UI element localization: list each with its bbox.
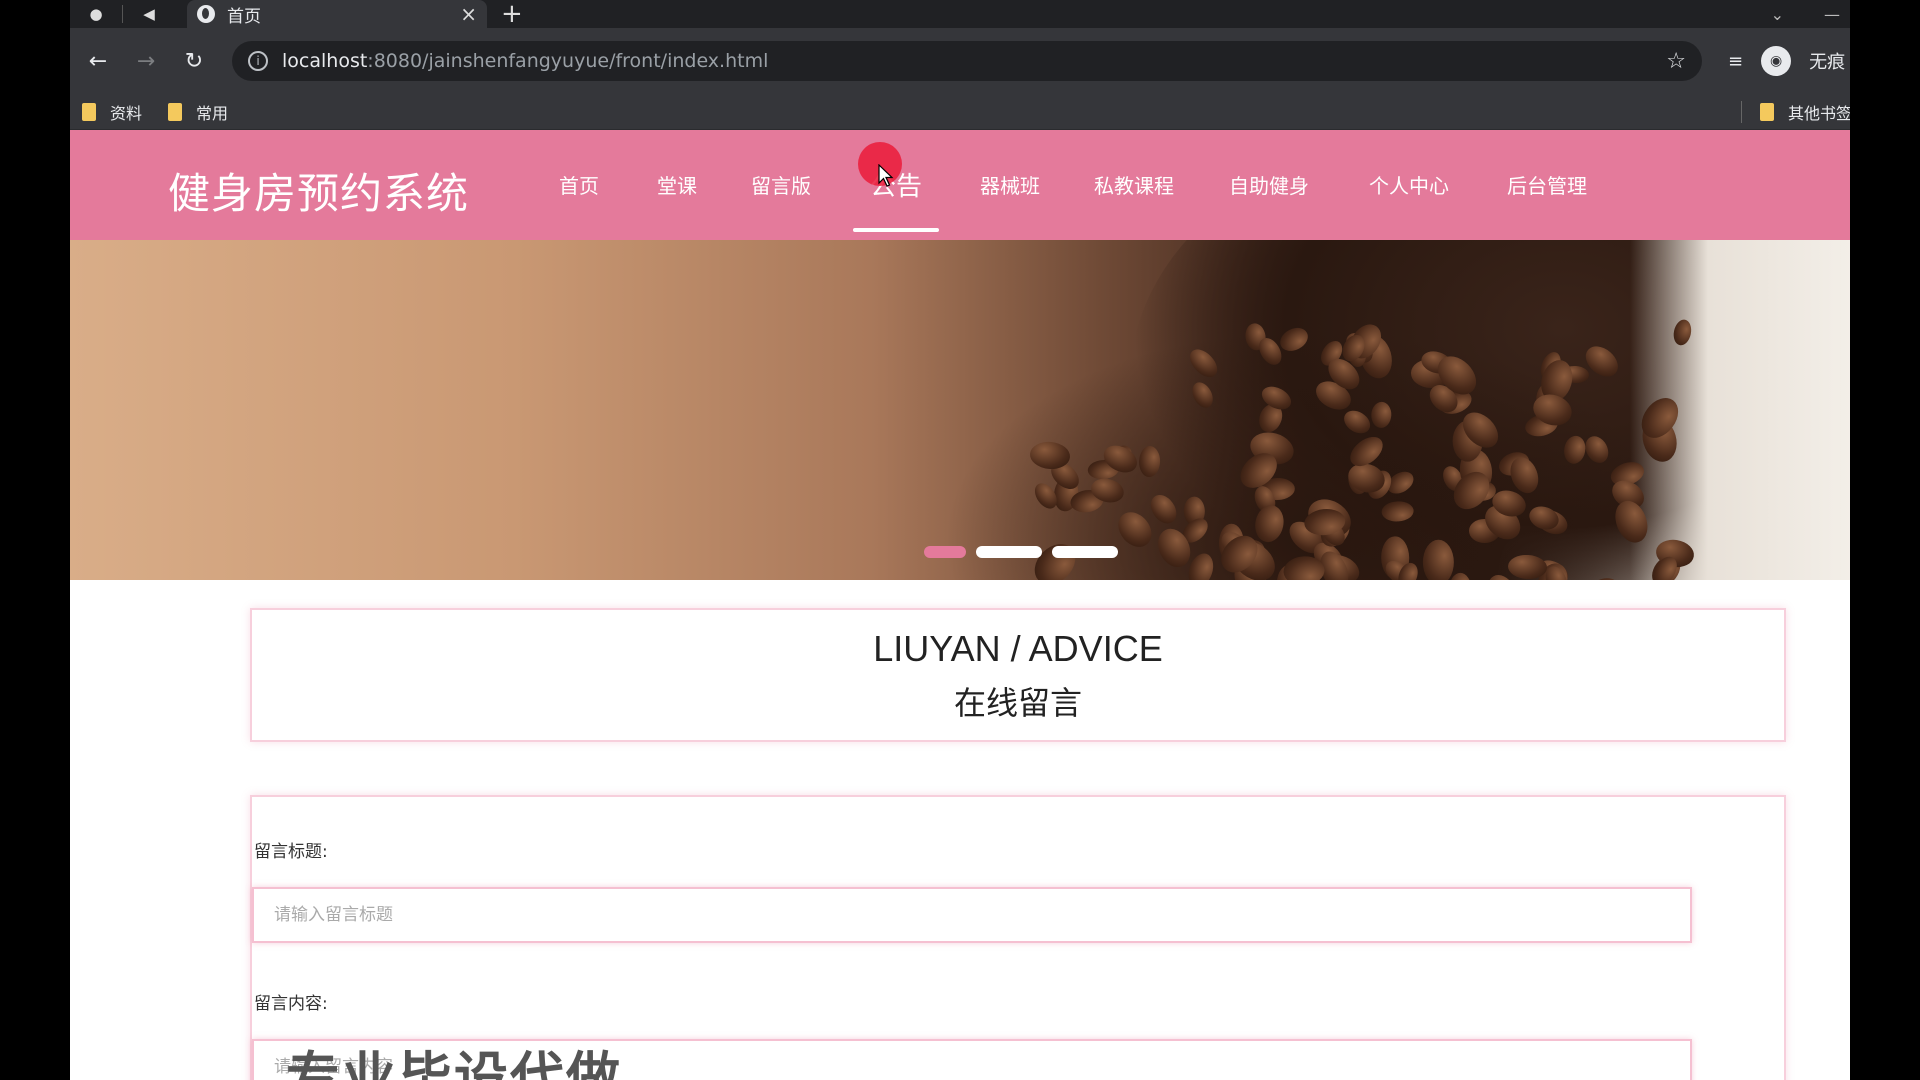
url-host: localhost: [282, 50, 368, 72]
minimize-icon[interactable]: —: [1824, 5, 1840, 24]
globe-icon: [197, 5, 215, 23]
message-content-label: 留言内容:: [254, 994, 328, 1014]
site-nav: 首页 堂课 留言版 公告 器械班 私教课程 自助健身 个人中心 后台管理: [70, 130, 1850, 240]
message-title-label: 留言标题:: [254, 842, 328, 862]
url-path: :8080/jainshenfangyuyue/front/index.html: [367, 50, 769, 72]
profile-label[interactable]: 无痕: [1809, 48, 1845, 74]
speaker-icon: ◀: [143, 5, 155, 23]
carousel-dot[interactable]: [976, 546, 1042, 558]
watermark-overlay-text: 专业毕设代做: [286, 1046, 622, 1080]
banner-carousel[interactable]: [70, 240, 1850, 580]
folder-icon: [1760, 102, 1774, 121]
back-arrow-icon[interactable]: ←: [78, 49, 118, 74]
nav-home[interactable]: 首页: [559, 170, 599, 199]
bookmark-folder[interactable]: 常用: [168, 100, 228, 124]
window-controls: ⌄ —: [1771, 5, 1850, 24]
nav-message-board[interactable]: 留言版: [751, 170, 811, 199]
forward-arrow-icon[interactable]: →: [126, 49, 166, 74]
carousel-indicators: [924, 546, 1118, 558]
browser-window: ● ◀ 首页 × + ⌄ — ← → ↻ i localhost:8080/j…: [70, 0, 1850, 1080]
browser-toolbar: ← → ↻ i localhost :8080/jainshenfangyuyu…: [70, 28, 1850, 94]
address-bar[interactable]: i localhost :8080/jainshenfangyuyue/fron…: [232, 41, 1702, 81]
nav-equipment[interactable]: 器械班: [980, 170, 1040, 199]
banner-shade: [70, 240, 1850, 580]
coffee-bean: [1423, 539, 1454, 580]
message-title-input[interactable]: 请输入留言标题: [252, 887, 1692, 943]
web-page: 健身房预约系统 首页 堂课 留言版 公告 器械班 私教课程 自助健身 个人中心 …: [70, 130, 1850, 1080]
bookmark-star-icon[interactable]: ☆: [1666, 49, 1686, 74]
section-title-en: LIUYAN / ADVICE: [873, 628, 1163, 669]
info-icon[interactable]: i: [248, 51, 268, 71]
reload-icon[interactable]: ↻: [174, 49, 214, 74]
other-bookmarks[interactable]: 其他书签: [1741, 100, 1850, 124]
pinned-tab[interactable]: ●: [70, 0, 122, 28]
close-tab-button[interactable]: ×: [460, 2, 477, 26]
carousel-dot[interactable]: [1052, 546, 1118, 558]
carousel-dot[interactable]: [924, 546, 966, 558]
tab-search-chevron-icon[interactable]: ⌄: [1771, 5, 1784, 24]
incognito-icon[interactable]: ◉: [1761, 46, 1792, 76]
bookmark-label: 常用: [196, 103, 229, 123]
nav-self-service-fitness[interactable]: 自助健身: [1229, 170, 1309, 199]
new-tab-button[interactable]: +: [501, 0, 523, 28]
nav-personal-center[interactable]: 个人中心: [1369, 170, 1449, 199]
bookmarks-divider: [1741, 100, 1742, 123]
tab-title: 首页: [227, 6, 261, 27]
mouse-cursor-icon: [878, 164, 894, 187]
nav-private-coaching[interactable]: 私教课程: [1094, 170, 1174, 199]
section-title-cn: 在线留言: [953, 684, 1082, 722]
nav-classes[interactable]: 堂课: [657, 170, 697, 199]
toolbar-right: ≡ ◉ 无痕: [1728, 46, 1845, 76]
mute-tab[interactable]: ◀: [123, 0, 175, 28]
tab-strip: ● ◀ 首页 × + ⌄ —: [70, 0, 1850, 28]
active-tab[interactable]: 首页 ×: [187, 0, 487, 28]
section-title-card: LIUYAN / ADVICE 在线留言: [250, 608, 1786, 742]
bookmarks-bar: 资料 常用 其他书签: [70, 94, 1850, 130]
globe-icon: ●: [89, 5, 103, 23]
folder-icon: [82, 102, 96, 121]
active-nav-underline: [853, 228, 939, 232]
site-header: 健身房预约系统 首页 堂课 留言版 公告 器械班 私教课程 自助健身 个人中心 …: [70, 130, 1850, 240]
nav-admin[interactable]: 后台管理: [1507, 170, 1587, 199]
screen: ● ◀ 首页 × + ⌄ — ← → ↻ i localhost:8080/j…: [0, 0, 1920, 1080]
bookmark-label: 资料: [110, 103, 143, 123]
other-bookmarks-label: 其他书签: [1788, 103, 1850, 123]
folder-icon: [168, 102, 183, 121]
message-form: 留言标题: 请输入留言标题 留言内容: 请输入留言内容 专业毕设代做: [250, 795, 1786, 1080]
bookmark-folder[interactable]: 资料: [82, 100, 142, 124]
reading-list-icon[interactable]: ≡: [1728, 51, 1743, 72]
